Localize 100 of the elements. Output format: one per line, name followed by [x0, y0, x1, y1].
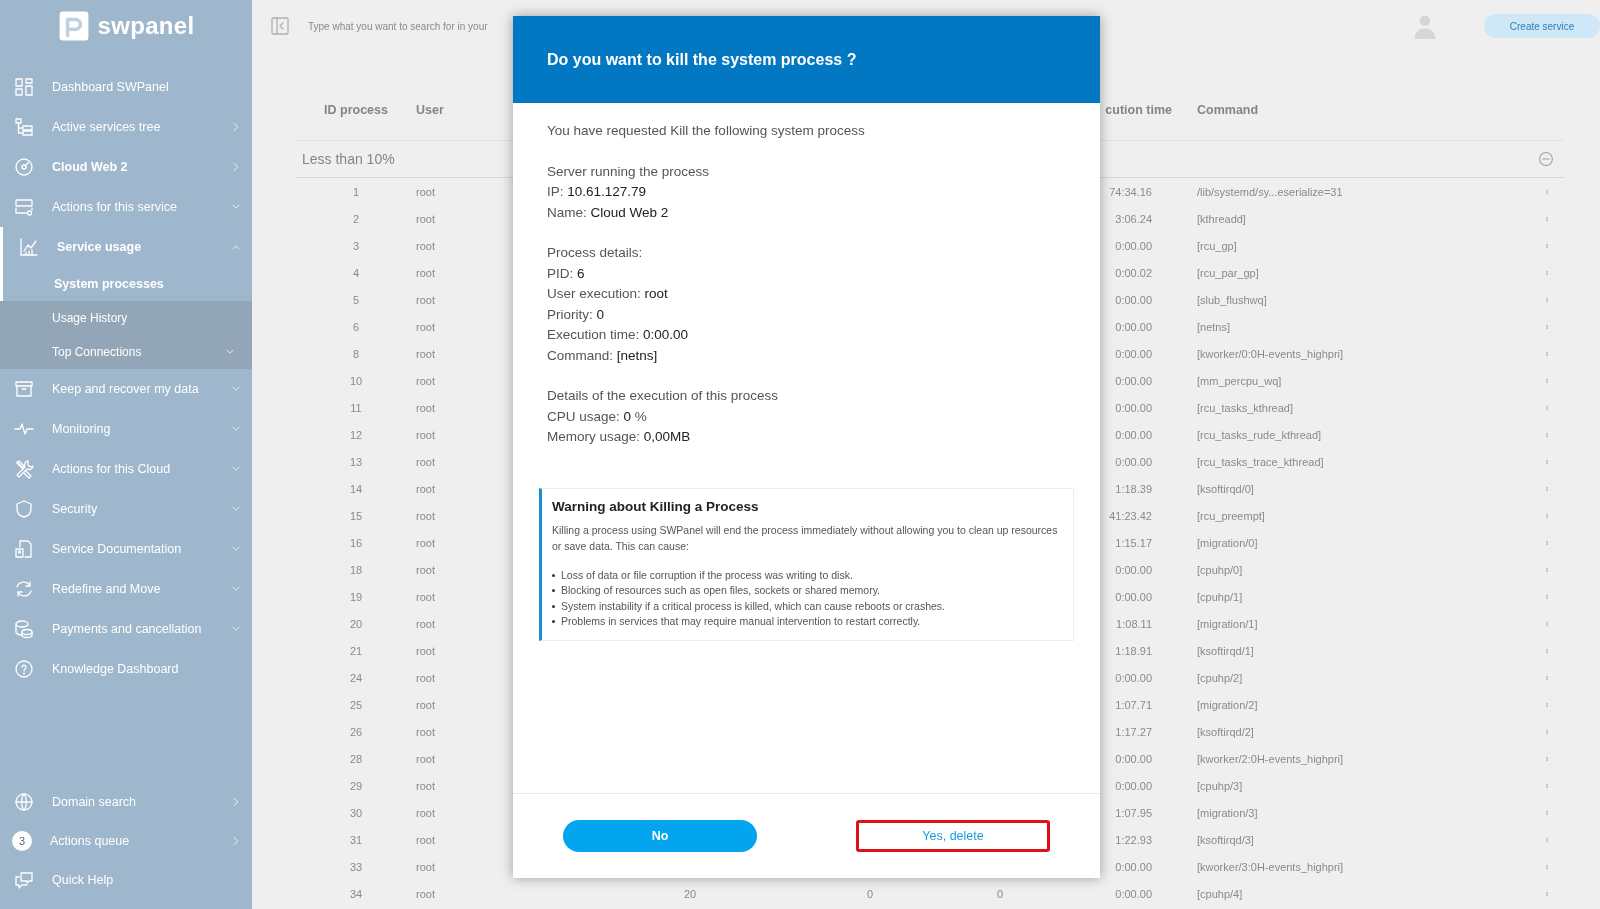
table-cell-text: [cpuhp/4]	[1196, 887, 1244, 900]
tools-icon	[14, 459, 34, 479]
table-cell-text: [migration/2]	[1196, 698, 1259, 711]
question-icon	[14, 659, 34, 679]
no-button[interactable]: No	[563, 820, 757, 852]
table-cell-text: 0:00.00	[1114, 428, 1153, 441]
table-cell: root	[416, 212, 435, 225]
detail-text: Process details:	[547, 244, 644, 262]
sidebar-item[interactable]: Keep and recover my data	[0, 369, 252, 409]
detail-text: Priority: 0	[547, 305, 606, 324]
table-cell: root	[416, 185, 435, 198]
sidebar-item[interactable]: Knowledge Dashboard	[0, 649, 252, 689]
table-cell: root	[416, 698, 435, 711]
table-cell: root	[416, 509, 435, 522]
table-cell-text: 0	[865, 887, 875, 900]
table-cell-text: 21	[348, 644, 364, 657]
table-cell-text: 16	[348, 536, 364, 549]
sidebar-item[interactable]: Service Documentation	[0, 529, 252, 569]
sidebar-item[interactable]: Monitoring	[0, 409, 252, 449]
table-cell: root	[416, 779, 435, 792]
sidebar-item[interactable]: Active services tree	[0, 107, 252, 147]
table-cell-text: /lib/systemd/sy...eserialize=31	[1196, 185, 1344, 198]
table-cell-text: 0:00.00	[1114, 860, 1153, 873]
column-header[interactable]: User	[416, 103, 444, 117]
table-cell-text: [mm_percpu_wq]	[1196, 374, 1283, 387]
logo-icon	[57, 10, 90, 42]
detail-text: PID: 6	[547, 264, 586, 283]
sidebar-item[interactable]: Security	[0, 489, 252, 529]
sidebar-item[interactable]: Quick Help	[0, 860, 252, 899]
table-cell-text: [kthreadd]	[1196, 212, 1247, 225]
table-cell-text: [rcu_preempt]	[1196, 509, 1266, 522]
table-cell: root	[416, 617, 435, 630]
sidebar-item[interactable]: 3 Actions queue	[0, 821, 252, 860]
search-field[interactable]: Type what you want to search for in your	[306, 19, 515, 33]
table-cell: root	[416, 482, 435, 495]
refresh-icon	[14, 579, 34, 599]
table-cell: root	[416, 455, 435, 468]
table-cell-text: [cpuhp/1]	[1196, 590, 1244, 603]
table-cell: root	[416, 347, 435, 360]
table-cell-text: 1:07.95	[1114, 806, 1153, 819]
table-cell: root	[416, 725, 435, 738]
table-cell-text: [rcu_par_gp]	[1196, 266, 1260, 279]
shield-icon	[14, 499, 34, 519]
table-cell-text: [kworker/2:0H-events_highpri]	[1196, 752, 1345, 765]
table-cell-text: 0:00.00	[1114, 374, 1153, 387]
table-cell-text: 0:00.00	[1114, 320, 1153, 333]
sidebar-item[interactable]: Redefine and Move	[0, 569, 252, 609]
document-icon	[14, 539, 34, 559]
table-cell-text: 20	[682, 887, 698, 900]
table-cell-text: [migration/0]	[1196, 536, 1259, 549]
create-service-button[interactable]: Create service	[1484, 14, 1600, 38]
sidebar-item[interactable]: Dashboard SWPanel	[0, 67, 252, 107]
table-cell-text: 0	[995, 887, 1005, 900]
table-cell: root	[416, 293, 435, 306]
detail-text: IP: 10.61.127.79	[547, 183, 648, 201]
table-cell-text: [rcu_tasks_rude_kthread]	[1196, 428, 1323, 441]
table-cell-text: 11	[349, 401, 363, 414]
bullet-icon	[552, 604, 555, 608]
confirm-delete-button[interactable]: Yes, delete	[856, 820, 1050, 852]
table-cell-text: 1:17.27	[1114, 725, 1153, 738]
sidebar-subitem[interactable]: Usage History	[0, 301, 252, 335]
warning-title: Warning about Killing a Process	[552, 498, 760, 514]
table-cell-text: 31	[348, 833, 364, 846]
table-cell-text: 4	[351, 266, 361, 279]
table-cell-text: [rcu_tasks_kthread]	[1196, 401, 1294, 414]
detail-text: Memory usage: 0,00MB	[547, 428, 692, 446]
table-cell-text: [cpuhp/2]	[1196, 671, 1244, 684]
sidebar-item[interactable]: Cloud Web 2	[0, 147, 252, 187]
table-cell-text: [rcu_tasks_trace_kthread]	[1196, 455, 1325, 468]
column-header[interactable]: Command	[1180, 103, 1530, 117]
table-cell-text: [slub_flushwq]	[1196, 293, 1268, 306]
table-cell: root	[416, 644, 435, 657]
sidebar-subitem[interactable]: System processes	[0, 267, 252, 301]
bullet-icon	[552, 589, 555, 593]
tree-icon	[14, 117, 34, 137]
sidebar-item[interactable]: Domain search	[0, 782, 252, 821]
sidebar-item[interactable]: Actions for this service	[0, 187, 252, 227]
sidebar-item[interactable]: Actions for this Cloud	[0, 449, 252, 489]
detail-text: CPU usage: 0 %	[547, 407, 648, 426]
table-cell-text: 0:00.00	[1114, 887, 1153, 900]
table-cell-text: 34	[348, 887, 364, 900]
table-cell-text: 0:00.00	[1114, 563, 1153, 576]
table-cell-text: [ksoftirqd/0]	[1196, 482, 1255, 495]
sidebar-subitem[interactable]: Top Connections	[0, 335, 252, 369]
column-header[interactable]: ID process	[296, 103, 416, 117]
table-cell: root	[416, 806, 435, 819]
table-cell-text: 0:00.00	[1114, 590, 1153, 603]
sidebar-item[interactable]: Payments and cancellation	[0, 609, 252, 649]
dialog-title: Do you want to kill the system process ?	[547, 50, 857, 69]
table-cell-text: 0:00.00	[1114, 752, 1153, 765]
bullet-icon	[552, 620, 555, 624]
table-cell-text: 0:00.00	[1114, 239, 1153, 252]
warning-text: Killing a process using SWPanel will end the process immediately without allowing you to clean up resources or save data. This can cause:	[552, 522, 1059, 554]
bullet-text: Loss of data or file corruption if the process was writing to disk.	[561, 567, 853, 583]
table-cell-text: 1:18.91	[1114, 644, 1153, 657]
count-badge: 3	[12, 830, 32, 851]
table-cell-text: 3:06.24	[1114, 212, 1153, 225]
table-cell-text: 3	[351, 239, 361, 252]
table-cell: root	[416, 752, 435, 765]
table-cell-text: 20	[348, 617, 364, 630]
